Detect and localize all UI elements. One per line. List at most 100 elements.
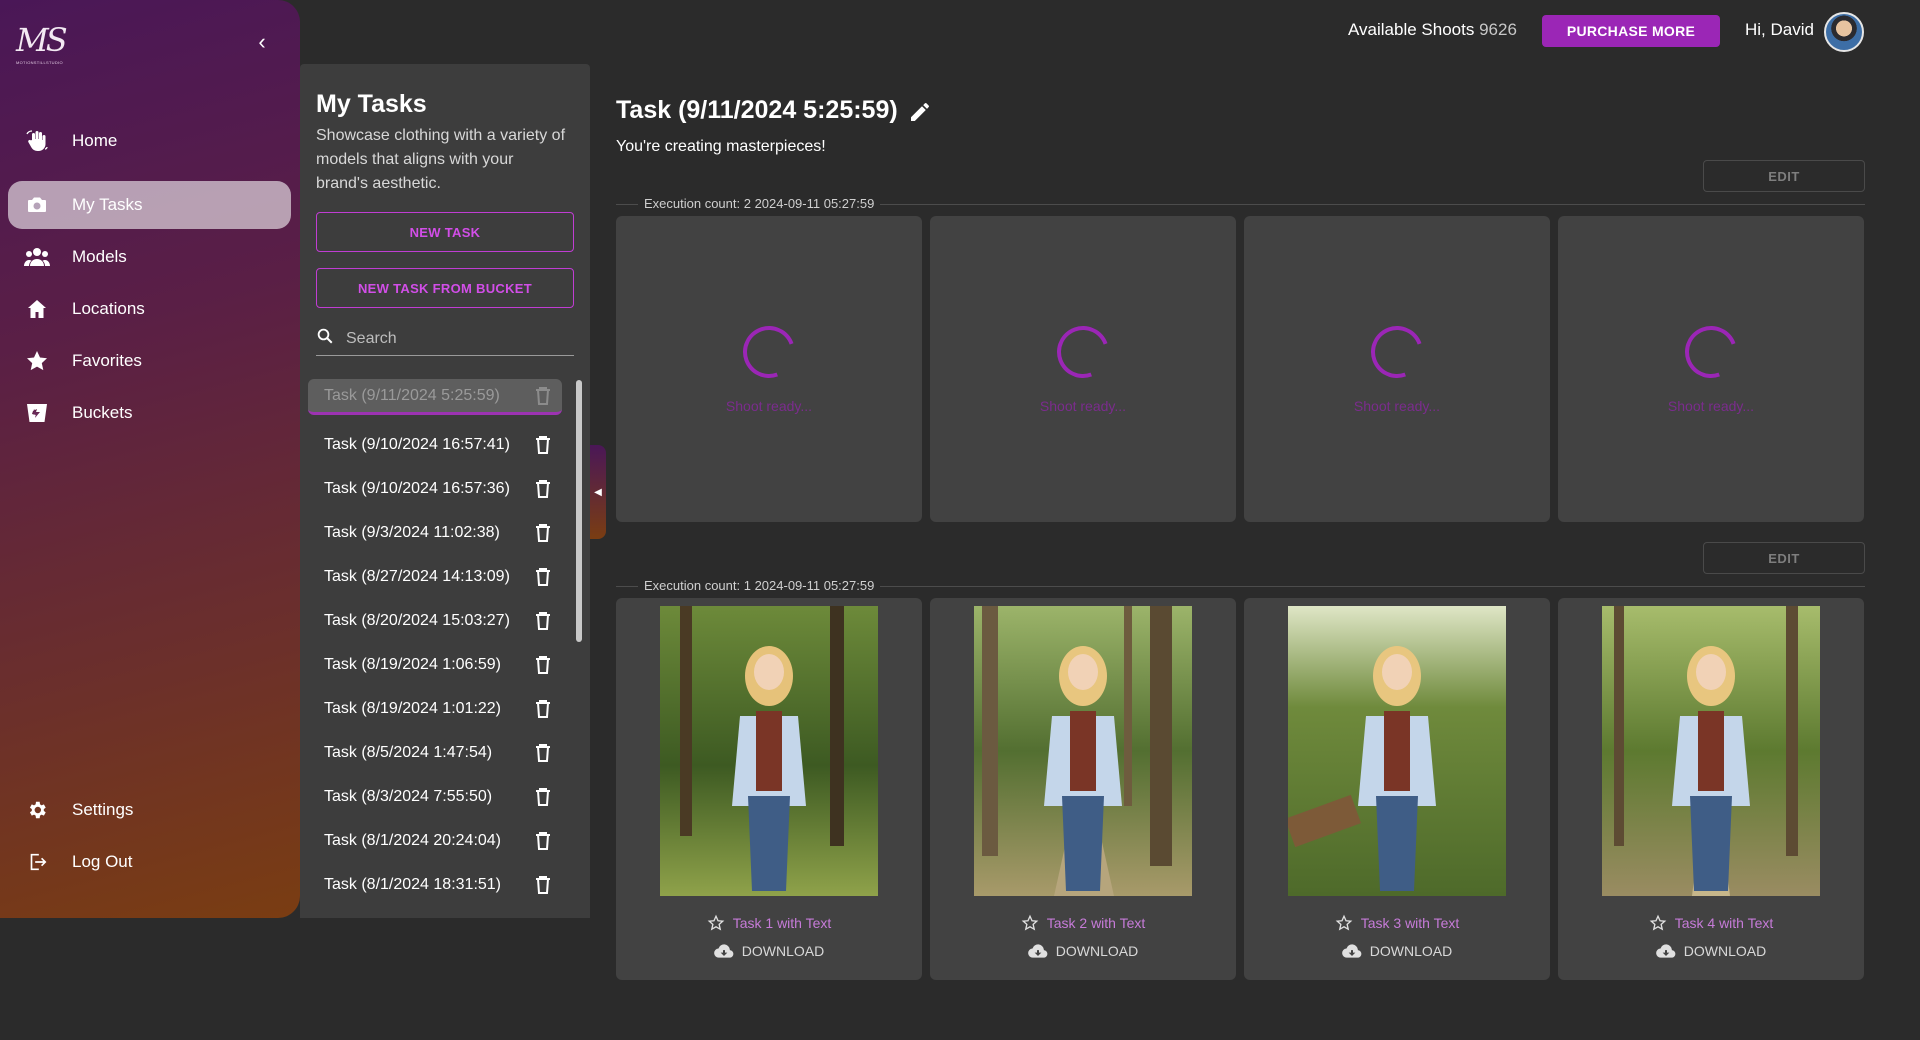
sidebar-item-label: Home bbox=[72, 131, 118, 150]
delete-icon[interactable] bbox=[534, 743, 552, 763]
available-shoots: Available Shoots 9626 bbox=[1348, 20, 1517, 40]
result-photo[interactable] bbox=[660, 606, 878, 896]
task-list-item[interactable]: Task (8/1/2024 18:31:51) bbox=[308, 863, 570, 907]
execution-label: Execution count: 1 2024-09-11 05:27:59 bbox=[638, 579, 881, 593]
task-list-item[interactable]: Task (8/5/2024 1:47:54) bbox=[308, 731, 570, 775]
search-input[interactable] bbox=[346, 329, 566, 348]
task-name: Task (8/3/2024 7:55:50) bbox=[324, 788, 493, 805]
task-list-item[interactable]: Task (9/3/2024 11:02:38) bbox=[308, 511, 570, 555]
search-field bbox=[316, 322, 574, 356]
delete-icon[interactable] bbox=[534, 699, 552, 719]
gear-icon bbox=[24, 797, 50, 823]
sidebar-item-label: Favorites bbox=[72, 351, 142, 370]
collapse-sidebar-button[interactable]: ‹ bbox=[252, 30, 272, 54]
download-button[interactable]: DOWNLOAD bbox=[616, 943, 922, 959]
result-photo[interactable] bbox=[1602, 606, 1820, 896]
edit-execution-1-button[interactable]: EDIT bbox=[1703, 542, 1865, 574]
download-button[interactable]: DOWNLOAD bbox=[930, 943, 1236, 959]
loading-text: Shoot ready... bbox=[1039, 398, 1127, 414]
task-name: Task (8/19/2024 1:06:59) bbox=[324, 656, 502, 673]
purchase-more-button[interactable]: PURCHASE MORE bbox=[1542, 15, 1720, 47]
download-button[interactable]: DOWNLOAD bbox=[1244, 943, 1550, 959]
delete-icon[interactable] bbox=[534, 831, 552, 851]
task-list-scrollbar[interactable] bbox=[576, 380, 582, 642]
loading-text: Shoot ready... bbox=[725, 398, 813, 414]
task-name: Task (8/1/2024 18:31:51) bbox=[324, 876, 502, 893]
result-title: Task 4 with Text bbox=[1558, 914, 1864, 932]
sidebar-item-label: Log Out bbox=[72, 852, 133, 871]
search-icon bbox=[316, 327, 334, 350]
bucket-icon bbox=[24, 400, 50, 426]
favorite-star-icon[interactable] bbox=[1021, 914, 1039, 932]
delete-icon[interactable] bbox=[534, 611, 552, 631]
sidebar-item-label: My Tasks bbox=[72, 195, 143, 214]
task-list-item[interactable]: Task (8/1/2024 20:24:04) bbox=[308, 819, 570, 863]
edit-title-icon[interactable] bbox=[908, 100, 932, 124]
task-name: Task (9/3/2024 11:02:38) bbox=[324, 524, 500, 541]
collapse-panel-tab[interactable]: ◀ bbox=[590, 445, 606, 539]
favorite-star-icon[interactable] bbox=[1649, 914, 1667, 932]
task-list-item[interactable]: Task (8/3/2024 7:55:50) bbox=[308, 775, 570, 819]
task-list-item[interactable]: Task (8/19/2024 1:06:59) bbox=[308, 643, 570, 687]
result-card: Task 1 with Text DOWNLOAD bbox=[616, 598, 922, 980]
app-logo[interactable]: MS MOTIONSTILLSTUDIO bbox=[16, 20, 72, 66]
delete-icon[interactable] bbox=[534, 479, 552, 499]
task-name: Task (9/11/2024 5:25:59) bbox=[324, 386, 500, 404]
task-name: Task (8/20/2024 15:03:27) bbox=[324, 612, 510, 629]
favorite-star-icon[interactable] bbox=[707, 914, 725, 932]
cloud-download-icon bbox=[1655, 944, 1676, 958]
task-list-item[interactable]: Task (8/19/2024 1:01:22) bbox=[308, 687, 570, 731]
sidebar-item-home[interactable]: Home bbox=[8, 117, 291, 165]
task-list-item[interactable]: Task (8/27/2024 14:13:09) bbox=[308, 555, 570, 599]
cloud-download-icon bbox=[713, 944, 734, 958]
task-list-item[interactable]: Task (9/10/2024 16:57:41) bbox=[308, 423, 570, 467]
loading-text: Shoot ready... bbox=[1353, 398, 1441, 414]
edit-execution-2-button[interactable]: EDIT bbox=[1703, 160, 1865, 192]
delete-icon[interactable] bbox=[534, 386, 552, 406]
result-photo[interactable] bbox=[1288, 606, 1506, 896]
sidebar-item-locations[interactable]: Locations bbox=[8, 285, 291, 333]
result-title-text: Task 2 with Text bbox=[1046, 915, 1146, 931]
delete-icon[interactable] bbox=[534, 875, 552, 895]
delete-icon[interactable] bbox=[534, 787, 552, 807]
loading-spinner bbox=[1048, 317, 1118, 387]
cloud-download-icon bbox=[1027, 944, 1048, 958]
sidebar-item-buckets[interactable]: Buckets bbox=[8, 389, 291, 437]
delete-icon[interactable] bbox=[534, 523, 552, 543]
task-list: Task (9/11/2024 5:25:59) Task (9/10/2024… bbox=[308, 379, 570, 907]
sidebar-item-label: Buckets bbox=[72, 403, 133, 422]
sidebar-item-my-tasks[interactable]: My Tasks bbox=[8, 181, 291, 229]
cloud-download-icon bbox=[1341, 944, 1362, 958]
task-list-item[interactable]: Task (8/20/2024 15:03:27) bbox=[308, 599, 570, 643]
download-button[interactable]: DOWNLOAD bbox=[1558, 943, 1864, 959]
result-title: Task 3 with Text bbox=[1244, 914, 1550, 932]
task-name: Task (9/10/2024 16:57:41) bbox=[324, 436, 510, 453]
task-list-item[interactable]: Task (9/10/2024 16:57:36) bbox=[308, 467, 570, 511]
favorite-star-icon[interactable] bbox=[1335, 914, 1353, 932]
sidebar-item-favorites[interactable]: Favorites bbox=[8, 337, 291, 385]
result-card-loading: Shoot ready... bbox=[1558, 216, 1864, 522]
delete-icon[interactable] bbox=[534, 435, 552, 455]
task-list-item-selected[interactable]: Task (9/11/2024 5:25:59) bbox=[308, 379, 562, 415]
star-icon bbox=[24, 348, 50, 374]
task-name: Task (8/1/2024 20:24:04) bbox=[324, 832, 502, 849]
result-photo[interactable] bbox=[974, 606, 1192, 896]
download-label: DOWNLOAD bbox=[1683, 943, 1767, 959]
delete-icon[interactable] bbox=[534, 655, 552, 675]
available-shoots-label: Available Shoots bbox=[1348, 20, 1475, 39]
sidebar-item-settings[interactable]: Settings bbox=[8, 786, 291, 834]
logo-text: MS bbox=[16, 21, 68, 59]
new-task-button[interactable]: NEW TASK bbox=[316, 212, 574, 252]
sidebar-item-logout[interactable]: Log Out bbox=[8, 838, 291, 886]
download-label: DOWNLOAD bbox=[1369, 943, 1453, 959]
result-title-text: Task 4 with Text bbox=[1674, 915, 1774, 931]
task-name: Task (8/27/2024 14:13:09) bbox=[324, 568, 510, 585]
result-card-loading: Shoot ready... bbox=[1244, 216, 1550, 522]
result-card-loading: Shoot ready... bbox=[616, 216, 922, 522]
tasks-panel: My Tasks Showcase clothing with a variet… bbox=[300, 64, 590, 918]
delete-icon[interactable] bbox=[534, 567, 552, 587]
avatar[interactable] bbox=[1824, 12, 1864, 52]
new-task-from-bucket-button[interactable]: NEW TASK FROM BUCKET bbox=[316, 268, 574, 308]
download-label: DOWNLOAD bbox=[741, 943, 825, 959]
sidebar-item-models[interactable]: Models bbox=[8, 233, 291, 281]
